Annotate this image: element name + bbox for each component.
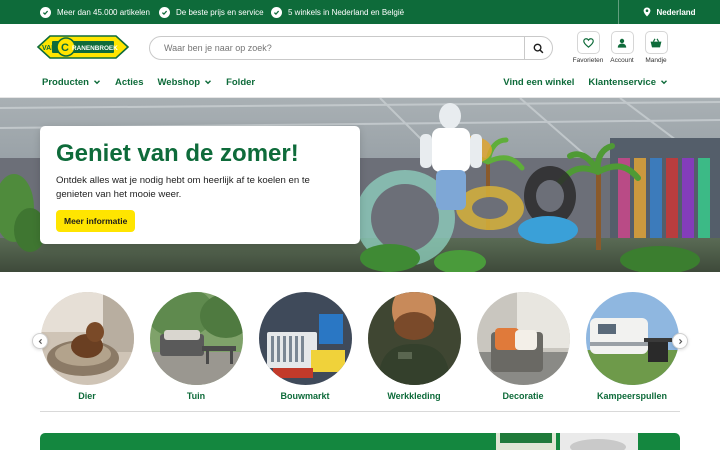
category-decoratie[interactable]: Decoratie <box>475 292 571 401</box>
category-label: Tuin <box>186 391 206 401</box>
basket-icon <box>650 38 662 47</box>
category-label: Werkkleding <box>387 391 441 401</box>
usp-item: 5 winkels in Nederland en België <box>271 0 404 24</box>
category-label: Bouwmarkt <box>280 391 330 401</box>
category-image <box>258 292 352 385</box>
location-pin-icon <box>644 7 651 17</box>
nav-item-folder[interactable]: Folder <box>226 77 255 88</box>
usp-item: De beste prijs en service <box>159 0 264 24</box>
search-icon <box>533 43 544 53</box>
country-label: Nederland <box>656 7 696 17</box>
nav-item-acties[interactable]: Acties <box>115 77 144 88</box>
cart-button[interactable]: Mandje <box>639 31 673 64</box>
category-tuin[interactable]: Tuin <box>148 292 244 401</box>
category-label: Dier <box>78 391 96 401</box>
promo-image <box>496 433 638 450</box>
cart-label: Mandje <box>645 57 667 64</box>
category-carousel: Dier Tuin Bouwmarkt Werkkleding Decorati… <box>0 286 720 412</box>
chevron-down-icon <box>205 80 212 85</box>
svg-text:VAN: VAN <box>42 45 56 52</box>
search-input[interactable] <box>150 43 524 53</box>
category-image <box>40 292 134 385</box>
category-image <box>476 292 570 385</box>
category-image <box>585 292 679 385</box>
usp-text: De beste prijs en service <box>176 7 264 17</box>
category-kampeerspullen[interactable]: Kampeerspullen <box>584 292 680 401</box>
category-label: Decoratie <box>502 391 544 401</box>
category-bouwmarkt[interactable]: Bouwmarkt <box>257 292 353 401</box>
nav-label: Klantenservice <box>588 76 656 88</box>
hero-banner: Geniet van de zomer! Ontdek alles wat je… <box>0 98 720 272</box>
category-label: Kampeerspullen <box>596 391 668 401</box>
chevron-left-icon <box>38 338 42 344</box>
category-image <box>149 292 243 385</box>
account-button[interactable]: Account <box>605 31 639 64</box>
check-icon <box>40 6 51 18</box>
brand-logo[interactable]: VAN C RANENBROEK <box>36 34 130 60</box>
favorites-label: Favorieten <box>572 57 604 64</box>
hero-description: Ontdek alles wat je nodig hebt om heerli… <box>56 175 310 200</box>
nav-item-producten[interactable]: Producten <box>42 77 101 88</box>
user-icon <box>617 38 627 48</box>
category-image <box>367 292 461 385</box>
hero-title: Geniet van de zomer! <box>56 140 299 167</box>
more-info-button[interactable]: Meer informatie <box>56 210 136 232</box>
section-divider <box>40 411 680 412</box>
svg-text:C: C <box>61 42 69 54</box>
nav-label: Webshop <box>157 76 201 88</box>
category-dier[interactable]: Dier <box>39 292 135 401</box>
hero-card: Geniet van de zomer! Ontdek alles wat je… <box>40 126 360 244</box>
chevron-right-icon <box>678 338 682 344</box>
carousel-next-button[interactable] <box>672 333 688 349</box>
usp-text: Meer dan 45.000 artikelen <box>57 7 150 17</box>
secondary-nav: Vind een winkel Klantenservice <box>503 75 668 89</box>
heart-icon <box>582 37 594 48</box>
carousel-prev-button[interactable] <box>32 333 48 349</box>
search-button[interactable] <box>524 36 552 60</box>
chevron-down-icon <box>661 80 667 85</box>
nav-item-find-store[interactable]: Vind een winkel <box>503 77 574 88</box>
main-nav: Producten Acties Webshop Folder <box>42 75 269 89</box>
favorites-button[interactable]: Favorieten <box>571 31 605 64</box>
nav-label: Folder <box>226 76 256 88</box>
nav-item-customer-service[interactable]: Klantenservice <box>588 77 668 88</box>
usp-bar: Meer dan 45.000 artikelen De beste prijs… <box>0 0 720 24</box>
promo-banner[interactable] <box>40 433 680 450</box>
category-werkkleding[interactable]: Werkkleding <box>366 292 462 401</box>
usp-text: 5 winkels in Nederland en België <box>288 7 405 17</box>
nav-item-webshop[interactable]: Webshop <box>158 77 213 88</box>
chevron-down-icon <box>93 80 100 85</box>
svg-text:RANENBROEK: RANENBROEK <box>72 45 118 52</box>
nav-label: Acties <box>114 76 144 88</box>
site-header: VAN C RANENBROEK Favorieten Account Mand… <box>0 24 720 98</box>
check-icon <box>159 6 170 18</box>
country-selector[interactable]: Nederland <box>618 0 720 24</box>
nav-label: Vind een winkel <box>503 76 575 88</box>
usp-item: Meer dan 45.000 artikelen <box>40 0 150 24</box>
nav-label: Producten <box>42 76 89 88</box>
check-icon <box>271 6 282 18</box>
search-bar <box>149 36 553 60</box>
account-label: Account <box>610 57 634 64</box>
